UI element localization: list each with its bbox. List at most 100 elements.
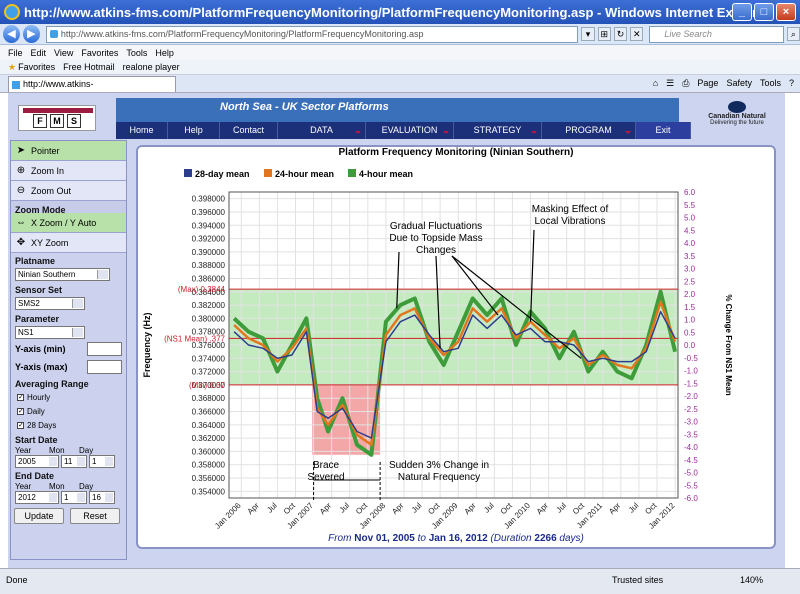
right-tick-label: 4.0 <box>684 239 696 248</box>
menu-edit[interactable]: Edit <box>31 48 47 58</box>
menu-help[interactable]: Help <box>155 48 174 58</box>
pointer-tool[interactable]: ➤ Pointer <box>11 141 126 161</box>
compat-icon[interactable]: ⊞ <box>597 27 611 41</box>
annotation-text: Severed <box>307 472 344 483</box>
28days-checkbox[interactable]: ✓ 28 Days <box>11 418 126 432</box>
status-text: Done <box>6 575 28 585</box>
right-tick-label: -5.0 <box>684 469 698 478</box>
xy-zoom-mode[interactable]: ✥ XY Zoom <box>11 233 126 253</box>
nav-contact[interactable]: Contact <box>220 122 278 139</box>
nav-data[interactable]: DATA <box>278 122 366 139</box>
zoom-out-label: Zoom Out <box>31 185 72 196</box>
right-tick-label: -6.0 <box>684 494 698 503</box>
menu-view[interactable]: View <box>54 48 73 58</box>
url-input[interactable]: http://www.atkins-fms.com/PlatformFreque… <box>45 25 579 43</box>
x-tick-label: Jul <box>554 501 568 515</box>
end-year-select[interactable]: 2012 <box>15 491 59 504</box>
ymax-label: Y-axis (max) <box>15 362 68 372</box>
browser-tab[interactable]: http://www.atkins-fms.com/PlatformFreque… <box>8 75 176 104</box>
mon-label: Mon <box>49 446 65 455</box>
address-bar: ◀ ▶ http://www.atkins-fms.com/PlatformFr… <box>0 24 800 45</box>
28days-label: 28 Days <box>27 420 57 430</box>
parameter-select[interactable]: NS1 <box>15 326 85 339</box>
search-input[interactable]: Live Search <box>649 25 784 43</box>
favorites-link[interactable]: Favorites <box>18 62 55 72</box>
year-label: Year <box>15 446 32 455</box>
annotation-text: Gradual Fluctuations <box>390 221 482 232</box>
tools-menu[interactable]: Tools <box>760 78 781 89</box>
nav-help[interactable]: Help <box>168 122 220 139</box>
start-day-select[interactable]: 1 <box>89 455 115 468</box>
right-tick-label: 3.5 <box>684 252 696 261</box>
right-tick-label: -2.5 <box>684 405 698 414</box>
favorites-star-icon[interactable]: ★ <box>8 62 16 73</box>
back-icon[interactable]: ◀ <box>3 25 20 43</box>
maximize-button[interactable]: □ <box>754 3 774 21</box>
forward-icon[interactable]: ▶ <box>22 25 40 43</box>
end-month-select[interactable]: 1 <box>61 491 87 504</box>
y-tick-label: 0.366000 <box>192 408 226 417</box>
footer-to-date: Jan 16, 2012 <box>428 533 488 544</box>
annotation-text: Sudden 3% Change in <box>389 460 489 471</box>
print-icon[interactable]: ⎙ <box>682 78 689 89</box>
reference-label: (NS1 Mean) .377 <box>164 334 225 343</box>
platname-select[interactable]: Ninian Southern <box>15 268 110 281</box>
zoom-level[interactable]: 140% <box>740 575 763 585</box>
refresh-icon[interactable]: ↻ <box>613 27 628 41</box>
ymax-input[interactable] <box>87 360 122 374</box>
x-zoom-mode[interactable]: ⇔ X Zoom / Y Auto <box>11 213 126 233</box>
nav-strategy[interactable]: STRATEGY <box>454 122 542 139</box>
x-tick-label: Apr <box>246 501 261 516</box>
partner-name: Canadian Natural <box>708 113 766 120</box>
right-tick-label: -1.5 <box>684 379 698 388</box>
search-icon[interactable]: ⌕ <box>786 27 800 41</box>
menu-file[interactable]: File <box>8 48 23 58</box>
minimize-button[interactable]: _ <box>732 3 752 21</box>
ymin-label: Y-axis (min) <box>15 344 66 354</box>
fms-logo: F M S <box>18 105 96 131</box>
home-icon[interactable]: ⌂ <box>653 78 658 89</box>
control-sidebar: ➤ Pointer ⊕ Zoom In ⊖ Zoom Out Zoom Mode ⇔ X… <box>10 140 127 560</box>
right-tick-label: 1.0 <box>684 316 696 325</box>
annotation-text: Brace <box>313 460 340 471</box>
right-tick-label: -3.5 <box>684 430 698 439</box>
trusted-sites: Trusted sites <box>612 575 664 585</box>
day-label: Day <box>79 446 94 455</box>
sensor-select[interactable]: SMS2 <box>15 297 85 310</box>
xy-zoom-icon: ✥ <box>16 236 26 248</box>
close-button[interactable]: × <box>776 3 796 21</box>
x-tick-label: Apr <box>390 501 405 516</box>
update-button[interactable]: Update <box>14 508 64 524</box>
fav-hotmail[interactable]: Free Hotmail <box>63 62 115 72</box>
start-month-select[interactable]: 11 <box>61 455 87 468</box>
safety-menu[interactable]: Safety <box>726 78 752 89</box>
fav-realone[interactable]: realone player <box>123 62 180 72</box>
help-icon[interactable]: ? <box>789 78 794 89</box>
nav-evaluation[interactable]: EVALUATION <box>366 122 454 139</box>
dropdown-icon[interactable]: ▾ <box>581 27 595 41</box>
stop-icon[interactable]: ✕ <box>630 27 644 41</box>
check-icon: ✓ <box>17 407 24 415</box>
nav-exit[interactable]: Exit <box>636 122 691 139</box>
frequency-chart[interactable]: 0.398000 0.396000 0.394000 0.392000 0.390000… <box>136 160 776 532</box>
menu-favorites[interactable]: Favorites <box>81 48 118 58</box>
nav-program[interactable]: PROGRAM <box>542 122 636 139</box>
check-icon: ✓ <box>17 393 24 401</box>
end-day-select[interactable]: 16 <box>89 491 115 504</box>
y-tick-label: 0.362000 <box>192 434 226 443</box>
menu-tools[interactable]: Tools <box>126 48 147 58</box>
zoom-in-tool[interactable]: ⊕ Zoom In <box>11 161 126 181</box>
page-menu[interactable]: Page <box>697 78 718 89</box>
daily-checkbox[interactable]: ✓ Daily <box>11 404 126 418</box>
feeds-icon[interactable]: ☰ <box>666 78 674 89</box>
hourly-checkbox[interactable]: ✓ Hourly <box>11 390 126 404</box>
start-year-select[interactable]: 2005 <box>15 455 59 468</box>
right-tick-label: 2.0 <box>684 290 696 299</box>
zoom-out-tool[interactable]: ⊖ Zoom Out <box>11 181 126 201</box>
nav-home[interactable]: Home <box>116 122 168 139</box>
reset-button[interactable]: Reset <box>70 508 120 524</box>
ymin-input[interactable] <box>87 342 122 356</box>
end-date-label: End Date <box>15 471 55 481</box>
right-tick-label: 3.0 <box>684 265 696 274</box>
x-zoom-icon: ⇔ <box>16 216 26 228</box>
